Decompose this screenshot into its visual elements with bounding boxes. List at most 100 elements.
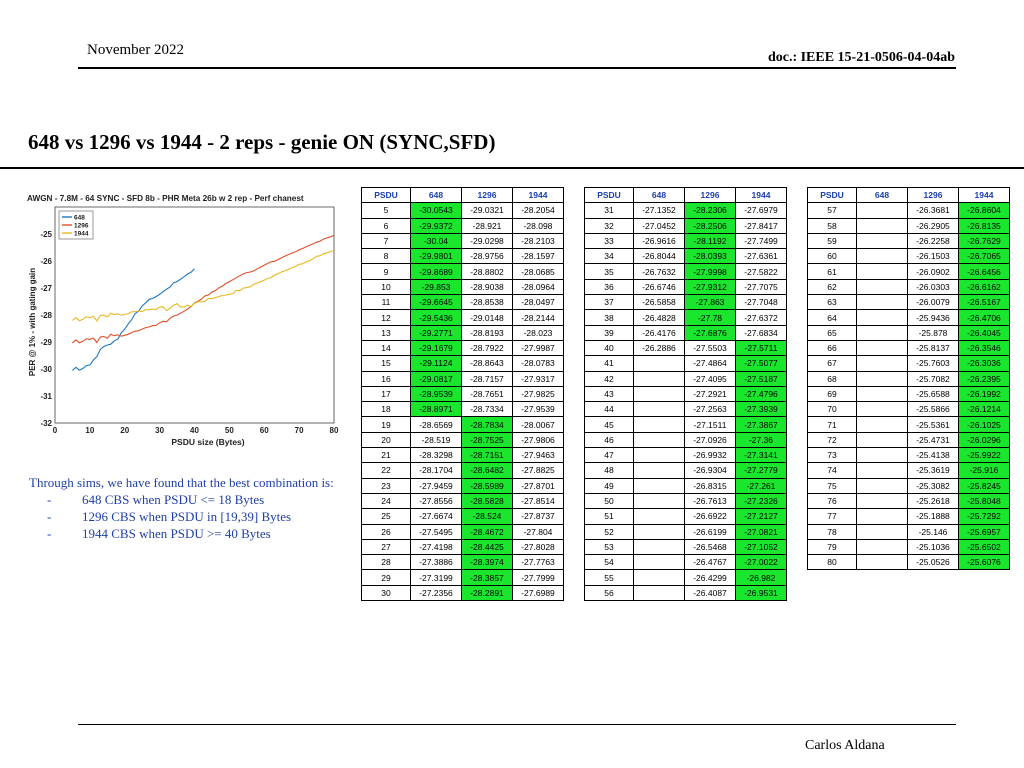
- psdu-cell: 18: [361, 401, 411, 418]
- per-cell: -27.3141: [735, 447, 787, 464]
- per-cell: -26.5167: [958, 294, 1010, 311]
- per-cell: -26.2395: [958, 370, 1010, 387]
- per-cell: -27.261: [735, 477, 787, 494]
- psdu-cell: 78: [807, 523, 857, 540]
- per-cell: -28.5828: [461, 492, 513, 510]
- table-row: 21 -28.3298 -28.7151 -27.9463: [361, 447, 564, 464]
- per-cell: -28.8802: [461, 263, 513, 280]
- table-row: 76 -25.2618 -25.8048: [807, 492, 1010, 510]
- per-cell: -26.2886: [633, 339, 685, 357]
- psdu-cell: 77: [807, 508, 857, 525]
- findings-item: -1944 CBS when PSDU >= 40 Bytes: [47, 526, 271, 541]
- table-row: 70 -25.5866 -26.1214: [807, 401, 1010, 418]
- per-cell: -26.6456: [958, 263, 1010, 280]
- per-cell: -26.982: [735, 569, 787, 586]
- psdu-cell: 33: [584, 232, 634, 250]
- per-cell: -26.9531: [735, 584, 787, 602]
- x-tick-label: 30: [155, 426, 164, 435]
- psdu-cell: 38: [584, 309, 634, 326]
- table-row: 24 -27.8556 -28.5828 -27.8514: [361, 492, 564, 510]
- per-cell: [856, 202, 908, 219]
- table-row: 58 -26.2905 -26.8135: [807, 217, 1010, 234]
- psdu-cell: 30: [361, 584, 411, 602]
- table-row: 35 -26.7632 -27.9998 -27.5822: [584, 263, 787, 280]
- per-cell: -27.0926: [684, 431, 736, 449]
- psdu-cell: 49: [584, 477, 634, 494]
- per-cell: -26.4087: [684, 584, 736, 602]
- header-doc-id: doc.: IEEE 15-21-0506-04-04ab: [767, 50, 955, 65]
- per-cell: -26.4176: [633, 324, 685, 341]
- table-row: 44 -27.2563 -27.3939: [584, 401, 787, 418]
- per-cell: [633, 370, 685, 387]
- per-cell: -27.7048: [735, 294, 787, 311]
- psdu-cell: 40: [584, 339, 634, 357]
- per-cell: -25.5866: [907, 401, 959, 418]
- psdu-cell: 47: [584, 447, 634, 464]
- per-cell: -25.3619: [907, 462, 959, 479]
- psdu-cell: 27: [361, 538, 411, 556]
- findings-item: -1296 CBS when PSDU in [19,39] Bytes: [47, 509, 292, 524]
- per-cell: [633, 508, 685, 525]
- per-cell: -27.7763: [512, 554, 564, 571]
- per-cell: -28.3857: [461, 569, 513, 586]
- per-cell: [856, 538, 908, 556]
- per-cell: -27.5711: [735, 339, 787, 357]
- psdu-cell: 48: [584, 462, 634, 479]
- psdu-cell: 22: [361, 462, 411, 479]
- per-cell: -25.6588: [907, 385, 959, 403]
- psdu-cell: 53: [584, 538, 634, 556]
- psdu-cell: 37: [584, 294, 634, 311]
- table-row: 19 -28.6569 -28.7834 -28.0067: [361, 416, 564, 433]
- chart-legend: 64812961944: [58, 210, 94, 240]
- per-cell: -28.6482: [461, 462, 513, 479]
- per-cell: -29.1679: [410, 339, 462, 357]
- results-table-1: PSDU 648 1296 1944 5 -30.0543 -29.0321 -28.2054…: [361, 186, 564, 602]
- psdu-cell: 51: [584, 508, 634, 525]
- per-cell: -28.9539: [410, 385, 462, 403]
- findings-item-text: 648 CBS when PSDU <= 18 Bytes: [82, 492, 265, 507]
- table-row: 15 -29.1124 -28.8643 -28.0783: [361, 355, 564, 372]
- per-cell: -26.5468: [684, 538, 736, 556]
- per-cell: -28.6569: [410, 416, 462, 433]
- psdu-cell: 17: [361, 385, 411, 403]
- per-cell: -28.3298: [410, 447, 462, 464]
- chart-y-label: PER @ 1% - with gating gain: [28, 268, 37, 376]
- per-cell: -29.9372: [410, 217, 462, 234]
- table-row: 69 -25.6588 -26.1992: [807, 385, 1010, 403]
- per-cell: -28.7157: [461, 370, 513, 387]
- per-cell: -28.3974: [461, 554, 513, 571]
- per-cell: -27.9825: [512, 385, 564, 403]
- table-row: 66 -25.8137 -26.3546: [807, 339, 1010, 357]
- per-cell: -26.9616: [633, 232, 685, 250]
- y-tick-label: -29: [40, 338, 52, 347]
- per-cell: -28.9038: [461, 278, 513, 296]
- per-cell: -28.0783: [512, 355, 564, 372]
- per-cell: -26.1992: [958, 385, 1010, 403]
- table-row: 32 -27.0452 -28.2506 -27.8417: [584, 217, 787, 234]
- per-cell: -27.5495: [410, 523, 462, 540]
- per-cell: -26.8044: [633, 248, 685, 265]
- header-divider: [78, 67, 956, 69]
- psdu-cell: 56: [584, 584, 634, 602]
- table-row: 78 -25.146 -25.6957: [807, 523, 1010, 540]
- psdu-cell: 73: [807, 447, 857, 464]
- per-cell: -29.0817: [410, 370, 462, 387]
- psdu-cell: 57: [807, 202, 857, 219]
- psdu-cell: 29: [361, 569, 411, 586]
- per-cell: -26.1025: [958, 416, 1010, 433]
- findings-list: -648 CBS when PSDU <= 18 Bytes -1296 CBS…: [29, 491, 349, 542]
- per-cell: -27.4095: [684, 370, 736, 387]
- per-cell: -28.8643: [461, 355, 513, 372]
- per-cell: -26.0079: [907, 294, 959, 311]
- psdu-cell: 80: [807, 554, 857, 571]
- per-cell: -26.0902: [907, 263, 959, 280]
- table-row: 68 -25.7082 -26.2395: [807, 370, 1010, 387]
- per-cell: -26.6162: [958, 278, 1010, 296]
- per-cell: [633, 477, 685, 494]
- column-header: 648: [633, 186, 685, 204]
- per-cell: -28.0685: [512, 263, 564, 280]
- psdu-cell: 44: [584, 401, 634, 418]
- psdu-cell: 7: [361, 232, 411, 250]
- table-row: 41 -27.4864 -27.5077: [584, 355, 787, 372]
- footer-author: Carlos Aldana: [805, 738, 885, 753]
